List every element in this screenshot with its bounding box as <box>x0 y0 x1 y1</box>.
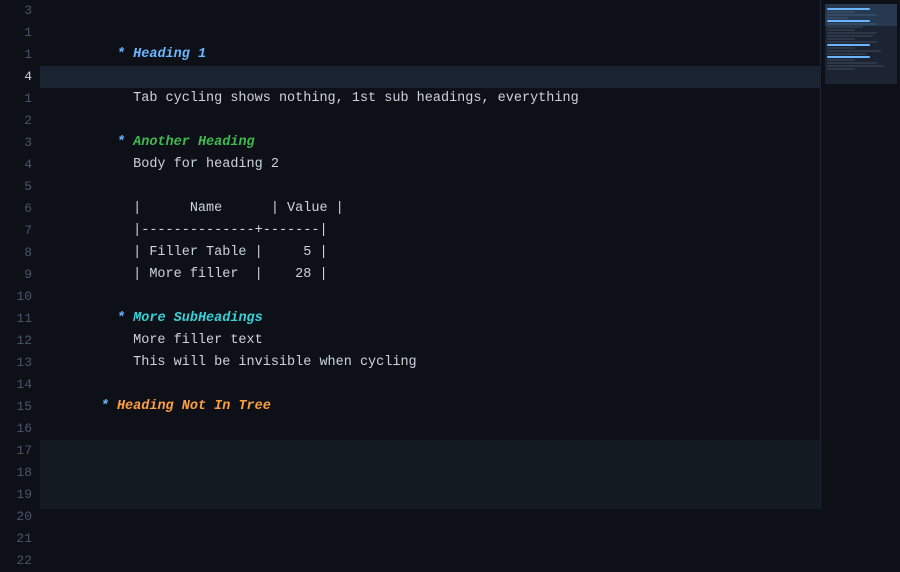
ln-3b: 3 <box>8 132 32 154</box>
ln-4: 4 <box>8 66 32 88</box>
code-line-def: def a_function(): <box>40 462 820 484</box>
ln-1b: 1 <box>8 44 32 66</box>
code-line-blank1 <box>40 88 820 110</box>
code-line-table-sep: |--------------+-------| <box>40 198 820 220</box>
code-line-table-header: | Name | Value | <box>40 176 820 198</box>
code-line-heading3: * More SubHeadings <box>40 286 820 308</box>
ln-10: 10 <box>8 286 32 308</box>
ln-18: 18 <box>8 462 32 484</box>
code-line-begin-src: #+BEGIN_SRC python <box>40 440 820 462</box>
ln-3: 3 <box>8 0 32 22</box>
ln-17: 17 <box>8 440 32 462</box>
line-numbers: 3 1 1 4 1 2 3 4 5 6 7 8 9 10 11 12 13 14… <box>0 0 40 509</box>
ln-1a: 1 <box>8 22 32 44</box>
code-line-invisible: This will be invisible when cycling <box>40 330 820 352</box>
ln-20: 20 <box>8 506 32 528</box>
ln-7: 7 <box>8 220 32 242</box>
code-line-blank2 <box>40 154 820 176</box>
ln-15: 15 <box>8 396 32 418</box>
code-line-blank3 <box>40 264 820 286</box>
ln-6: 6 <box>8 198 32 220</box>
ln-19: 19 <box>8 484 32 506</box>
editor: 3 1 1 4 1 2 3 4 5 6 7 8 9 10 11 12 13 14… <box>0 0 900 509</box>
code-line-heading2: * Another Heading <box>40 110 820 132</box>
ln-4b: 4 <box>8 154 32 176</box>
code-line-table-row1: | Filler Table | 5 | <box>40 220 820 242</box>
code-line-blank4 <box>40 352 820 374</box>
code-line-heading4: * Heading Not In Tree <box>40 374 820 396</box>
minimap-highlight <box>825 4 897 26</box>
code-area[interactable]: * Heading 1 Body for heading 1 Tab cycli… <box>40 0 820 509</box>
minimap <box>820 0 900 509</box>
ln-14: 14 <box>8 374 32 396</box>
ln-22: 22 <box>8 550 32 572</box>
code-line-blank5 <box>40 396 820 418</box>
ln-8: 8 <box>8 242 32 264</box>
code-line-3 <box>40 0 820 22</box>
code-line-blocks: Blocks: <box>40 418 820 440</box>
code-line-body1: Body for heading 1 <box>40 44 820 66</box>
ln-2: 2 <box>8 110 32 132</box>
ln-5: 5 <box>8 176 32 198</box>
ln-16: 16 <box>8 418 32 440</box>
ln-11: 11 <box>8 308 32 330</box>
code-line-table-row2: | More filler | 28 | <box>40 242 820 264</box>
code-line-tab-cycling: Tab cycling shows nothing, 1st sub headi… <box>40 66 820 88</box>
ln-1c: 1 <box>8 88 32 110</box>
ln-21: 21 <box>8 528 32 550</box>
ln-12: 12 <box>8 330 32 352</box>
minimap-preview <box>825 4 897 84</box>
code-line-body2: Body for heading 2 <box>40 132 820 154</box>
code-line-heading1: * Heading 1 <box>40 22 820 44</box>
code-line-comment: # Do something <box>40 484 820 506</box>
ln-13: 13 <box>8 352 32 374</box>
code-line-filler: More filler text <box>40 308 820 330</box>
ln-9: 9 <box>8 264 32 286</box>
